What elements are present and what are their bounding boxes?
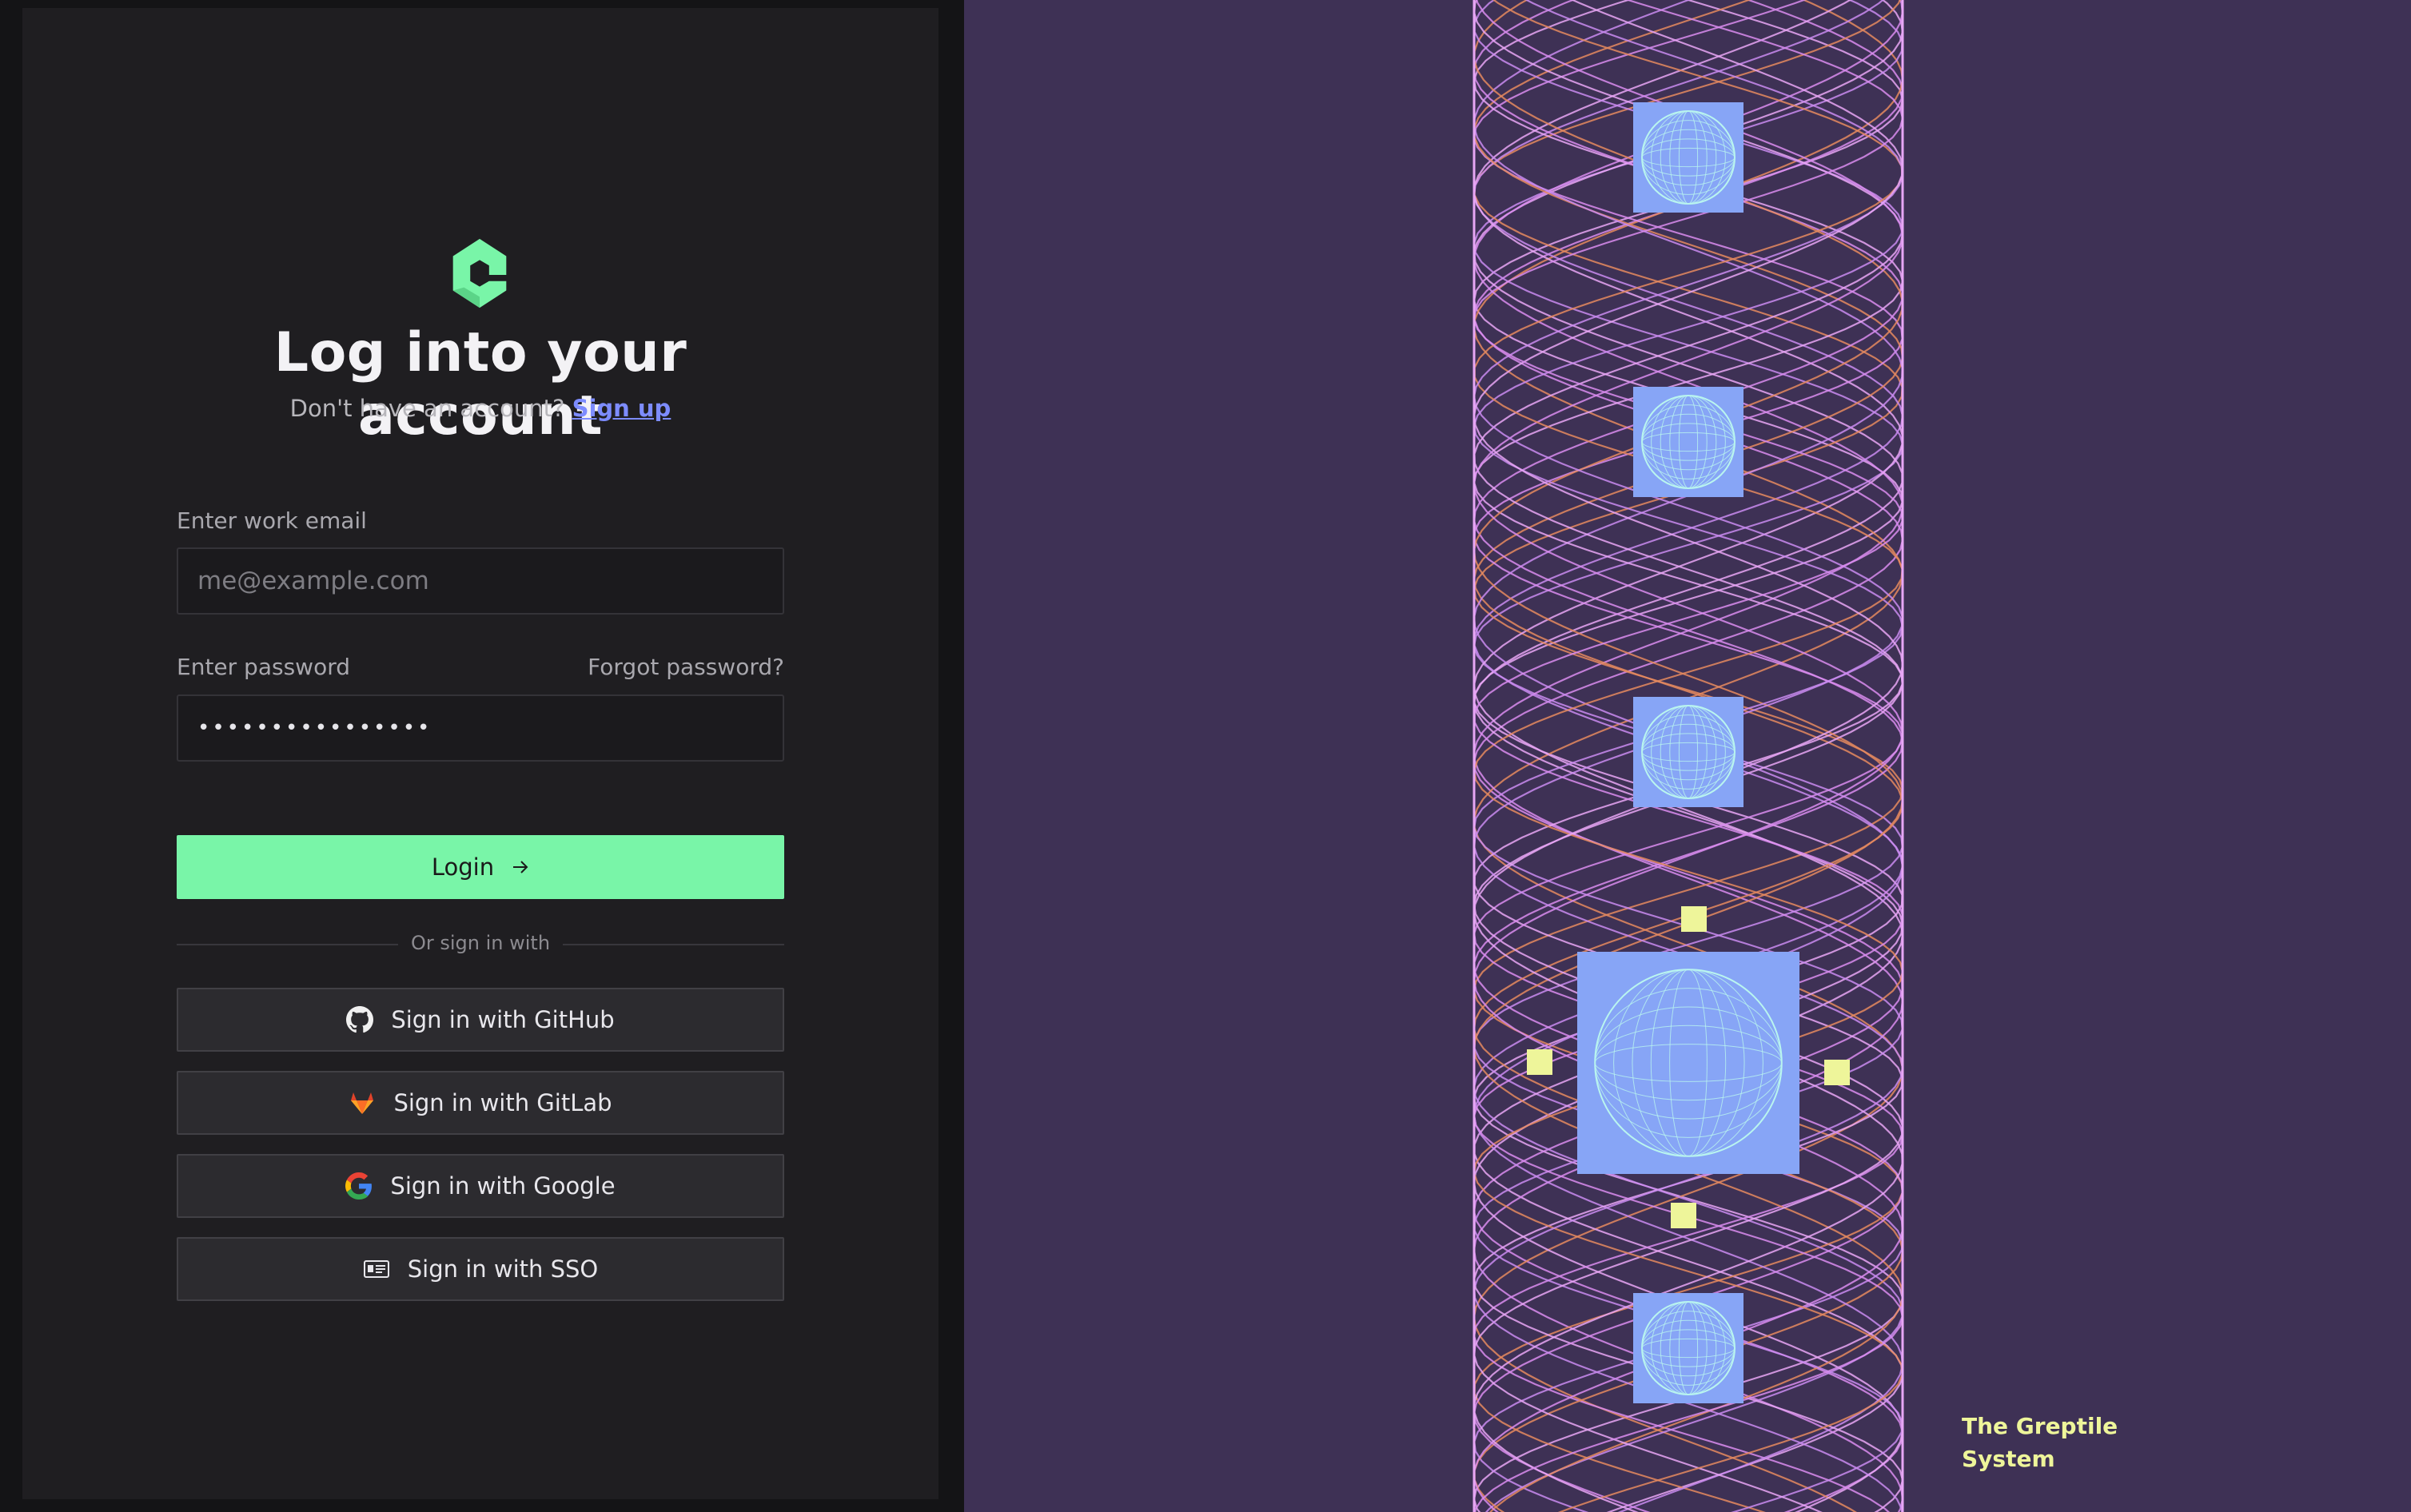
greptile-system-illustration — [1473, 0, 1904, 1512]
google-signin-button[interactable]: Sign in with Google — [177, 1154, 784, 1218]
signup-link[interactable]: Sign up — [572, 395, 671, 422]
google-icon — [345, 1172, 373, 1200]
divider-line-right — [563, 944, 784, 945]
sphere-tile-2 — [1633, 387, 1743, 497]
page-title: Log into your account — [273, 321, 687, 448]
marker-square-3 — [1824, 1060, 1850, 1085]
password-field[interactable] — [177, 694, 784, 762]
sphere-tile-large — [1577, 952, 1799, 1174]
art-caption: The Greptile System — [1962, 1410, 2170, 1475]
forgot-password-link[interactable]: Forgot password? — [588, 654, 784, 680]
or-divider: Or sign in with — [177, 930, 784, 957]
marker-square-1 — [1681, 906, 1707, 932]
google-signin-label: Sign in with Google — [390, 1172, 616, 1200]
sso-card-icon — [363, 1255, 390, 1283]
signup-prompt-text: Don't have an account? — [289, 395, 565, 422]
marker-square-4 — [1671, 1203, 1696, 1228]
sphere-tile-5 — [1633, 1293, 1743, 1403]
github-signin-label: Sign in with GitHub — [391, 1006, 615, 1033]
login-button[interactable]: Login — [177, 835, 784, 899]
login-button-label: Login — [431, 853, 495, 881]
login-panel: Log into your account Don't have an acco… — [22, 8, 938, 1499]
art-panel: The Greptile System — [964, 0, 2411, 1512]
password-label: Enter password — [177, 654, 350, 680]
gitlab-icon — [349, 1089, 376, 1116]
sphere-tile-3 — [1633, 697, 1743, 807]
github-icon — [346, 1006, 374, 1033]
left-outer: Log into your account Don't have an acco… — [0, 0, 964, 1512]
sso-signin-label: Sign in with SSO — [407, 1255, 599, 1283]
divider-text: Or sign in with — [410, 932, 551, 954]
gitlab-signin-button[interactable]: Sign in with GitLab — [177, 1071, 784, 1135]
signup-prompt-line: Don't have an account? Sign up — [177, 395, 784, 422]
marker-square-2 — [1527, 1049, 1552, 1075]
email-label: Enter work email — [177, 507, 367, 534]
email-field[interactable] — [177, 547, 784, 615]
gitlab-signin-label: Sign in with GitLab — [393, 1089, 612, 1116]
arrow-right-icon — [513, 861, 528, 873]
github-signin-button[interactable]: Sign in with GitHub — [177, 988, 784, 1052]
sso-signin-button[interactable]: Sign in with SSO — [177, 1237, 784, 1301]
sphere-tile-1 — [1633, 102, 1743, 213]
art-caption-line-2: System — [1962, 1446, 2055, 1472]
brand-logo-icon — [452, 238, 507, 308]
art-caption-line-1: The Greptile — [1962, 1413, 2118, 1439]
